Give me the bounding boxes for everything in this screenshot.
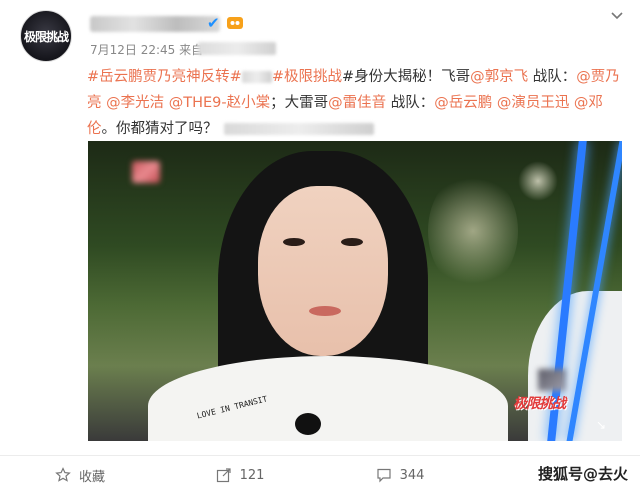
shirt-shape xyxy=(148,356,508,441)
avatar[interactable]: 极限挑战 xyxy=(20,10,72,62)
post-image[interactable]: LOVE IN TRANSIT 极限挑战 ↘ xyxy=(88,141,622,441)
post-text-segment: 战队： xyxy=(386,95,435,111)
source-blurred xyxy=(198,42,276,55)
repost-button[interactable]: 121 xyxy=(160,456,320,494)
star-icon xyxy=(55,467,71,482)
show-logo: 极限挑战 xyxy=(513,396,566,412)
mention-link[interactable]: @雷佳音 xyxy=(328,95,386,111)
favorite-label: 收藏 xyxy=(78,469,105,485)
face-shape xyxy=(258,186,388,356)
post-text-segment: 。你都猜对了吗？ xyxy=(101,121,218,137)
post-date: 7月12日 22:45 来自 xyxy=(90,43,204,57)
mention-link[interactable]: @岳云鹏 xyxy=(434,95,492,111)
post-text-segment: 战队： xyxy=(528,69,577,85)
favorite-button[interactable]: 收藏 xyxy=(0,456,160,494)
post-meta: 7月12日 22:45 来自 xyxy=(90,41,203,58)
weibo-post-card: 极限挑战 ✔ 7月12日 22:45 来自 #岳云鹏贾乃亮神反转# #极限挑战#身… xyxy=(0,0,640,494)
blurred-logo xyxy=(132,161,160,183)
bokeh-light xyxy=(518,161,558,201)
hashtag-link[interactable]: #极限挑战 xyxy=(272,69,342,85)
chevron-down-icon[interactable] xyxy=(609,8,625,24)
lips xyxy=(309,306,341,316)
member-badge-icon xyxy=(227,17,243,29)
post-text-segment: ；大雷哥 xyxy=(270,95,329,111)
mention-link[interactable]: @李光洁 xyxy=(102,95,164,111)
comment-button[interactable]: 344 xyxy=(320,456,480,494)
blurred-text xyxy=(241,71,272,83)
share-icon xyxy=(216,468,231,483)
verified-icon: ✔ xyxy=(207,14,220,32)
mention-link[interactable]: @THE9-赵小棠 xyxy=(164,95,270,111)
hashtag-link[interactable]: #岳云鹏贾乃亮神反转# xyxy=(87,69,242,85)
arrow-icon: ↘ xyxy=(596,418,607,432)
post-text-segment: #身份大揭秘！飞哥 xyxy=(341,69,471,85)
mention-link[interactable]: @演员王迅 xyxy=(492,95,570,111)
comment-count: 344 xyxy=(399,467,425,483)
blurred-text xyxy=(223,123,374,135)
blurred-logo xyxy=(538,369,566,391)
repost-count: 121 xyxy=(239,467,265,483)
eye xyxy=(341,238,363,246)
post-content: #岳云鹏贾乃亮神反转# #极限挑战#身份大揭秘！飞哥@郭京飞 战队：@贾乃亮 @李… xyxy=(87,64,627,142)
username-blurred[interactable] xyxy=(90,16,220,32)
eye xyxy=(283,238,305,246)
microphone xyxy=(295,413,321,435)
comment-icon xyxy=(376,468,391,483)
watermark: 搜狐号@去火 xyxy=(537,465,628,483)
avatar-logo: 极限挑战 xyxy=(23,29,69,44)
mention-link[interactable]: @郭京飞 xyxy=(470,69,528,85)
bokeh-light xyxy=(428,171,518,291)
